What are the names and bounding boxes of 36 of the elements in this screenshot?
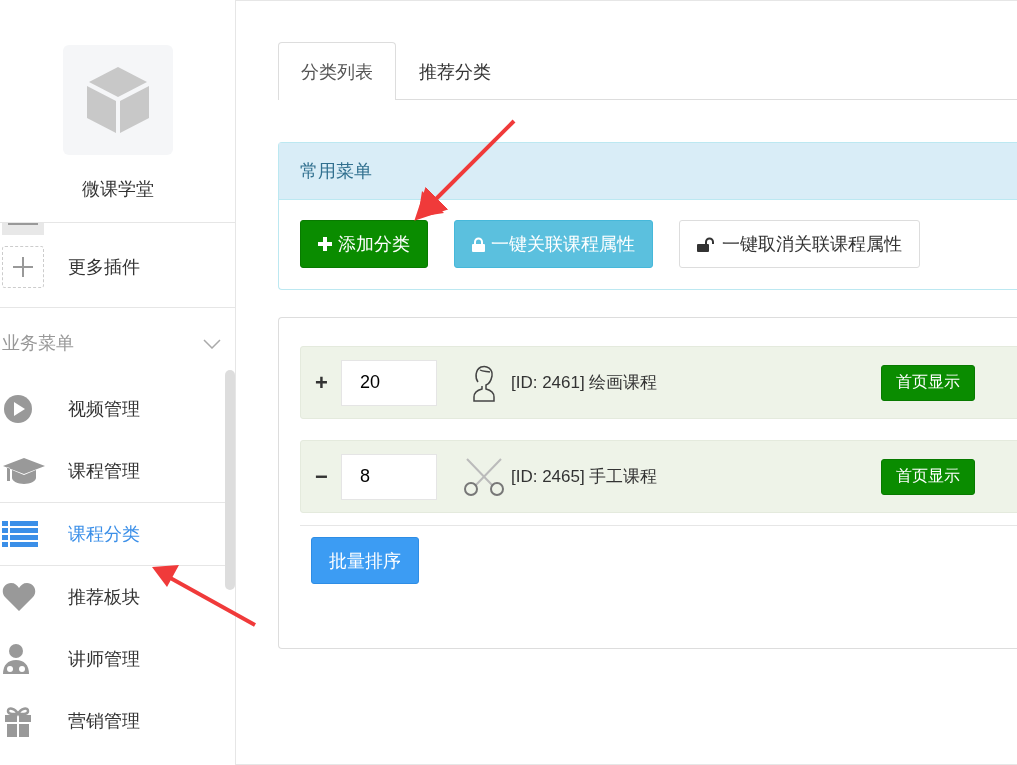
menu-item[interactable]: 讲师管理 [0, 628, 225, 690]
app-name: 微课学堂 [81, 178, 154, 201]
category-name: [ID: 2461] 绘画课程 [511, 372, 658, 394]
cube-icon [86, 67, 149, 133]
chevron-down-icon [203, 338, 221, 349]
doctor-icon [2, 643, 30, 675]
menu-item[interactable]: 营销管理 [0, 690, 225, 752]
panel-title: 常用菜单 [279, 143, 1017, 200]
play-icon [2, 393, 34, 425]
scrollbar[interactable] [225, 370, 235, 590]
homepage-display-button[interactable]: 首页显示 [881, 458, 975, 495]
sort-order-field[interactable]: 8 [341, 453, 437, 500]
menu-item[interactable]: 推荐板块 [0, 566, 225, 628]
plus-icon [13, 257, 33, 277]
category-name: [ID: 2465] 手工课程 [511, 466, 658, 488]
sort-order-field[interactable]: 20 [341, 359, 437, 406]
lock-icon [472, 236, 485, 252]
tab[interactable]: 推荐分类 [396, 42, 514, 100]
expand-toggle[interactable]: + [315, 369, 341, 396]
menu-item[interactable]: 视频管理 [0, 378, 225, 440]
graduation-cap-icon [2, 456, 46, 486]
plugin-item[interactable]: 更多插件 [0, 227, 235, 308]
menu-group-title: 业务菜单 [2, 332, 74, 355]
statue-bust-icon [470, 363, 498, 402]
homepage-display-button[interactable]: 首页显示 [881, 364, 975, 401]
heart-icon [2, 582, 36, 612]
plus-icon [318, 237, 332, 251]
expand-toggle[interactable]: − [315, 463, 341, 490]
list-icon [2, 520, 38, 548]
menu-item[interactable]: 课程管理 [0, 440, 225, 502]
unlock-icon [697, 236, 716, 252]
gift-icon [2, 705, 34, 737]
unlink-attributes-button[interactable]: 一键取消关联课程属性 [679, 220, 920, 268]
tab[interactable]: 分类列表 [278, 42, 396, 100]
add-category-button[interactable]: 添加分类 [300, 220, 428, 268]
scissors-icon [463, 457, 505, 496]
